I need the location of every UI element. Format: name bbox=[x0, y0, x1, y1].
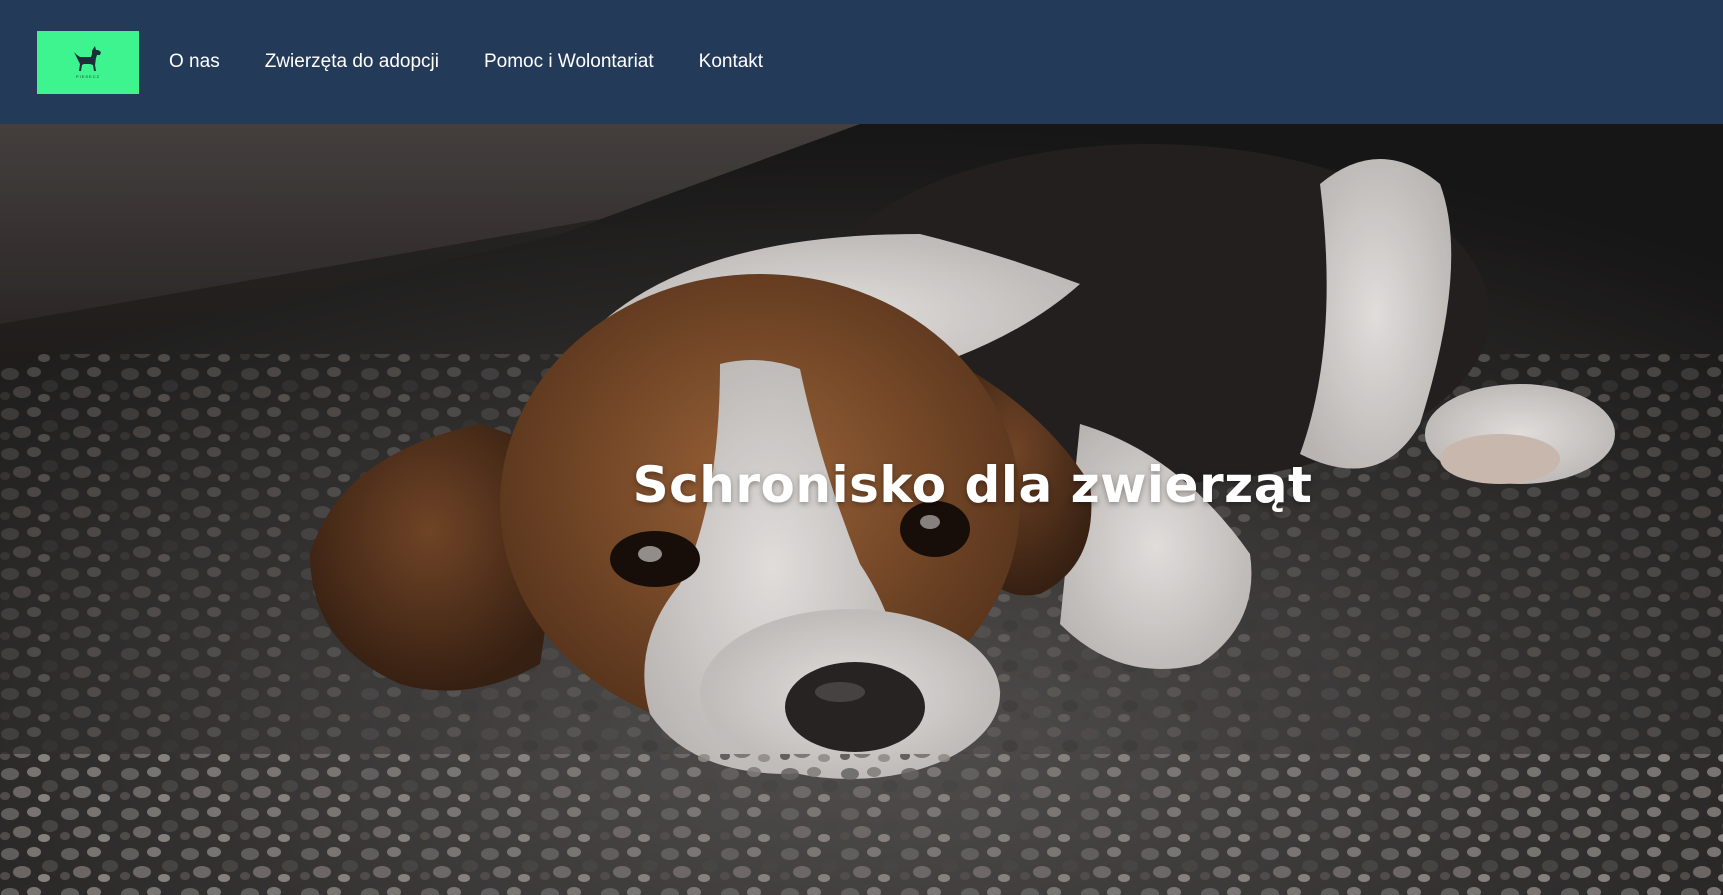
main-nav: O nas Zwierzęta do adopcji Pomoc i Wolon… bbox=[169, 51, 808, 73]
nav-link-about[interactable]: O nas bbox=[169, 51, 220, 73]
nav-link-contact[interactable]: Kontakt bbox=[699, 51, 763, 73]
nav-link-volunteer[interactable]: Pomoc i Wolontariat bbox=[484, 51, 654, 73]
top-navbar: PIESECZ O nas Zwierzęta do adopcji Pomoc… bbox=[0, 0, 1723, 124]
dog-icon bbox=[74, 45, 101, 71]
hero-section: Schronisko dla zwierząt bbox=[0, 124, 1723, 895]
home-logo[interactable]: PIESECZ bbox=[37, 30, 139, 94]
logo-text: PIESECZ bbox=[75, 73, 101, 79]
hero-title: Schronisko dla zwierząt bbox=[632, 455, 1313, 514]
nav-link-adoption[interactable]: Zwierzęta do adopcji bbox=[265, 51, 439, 73]
